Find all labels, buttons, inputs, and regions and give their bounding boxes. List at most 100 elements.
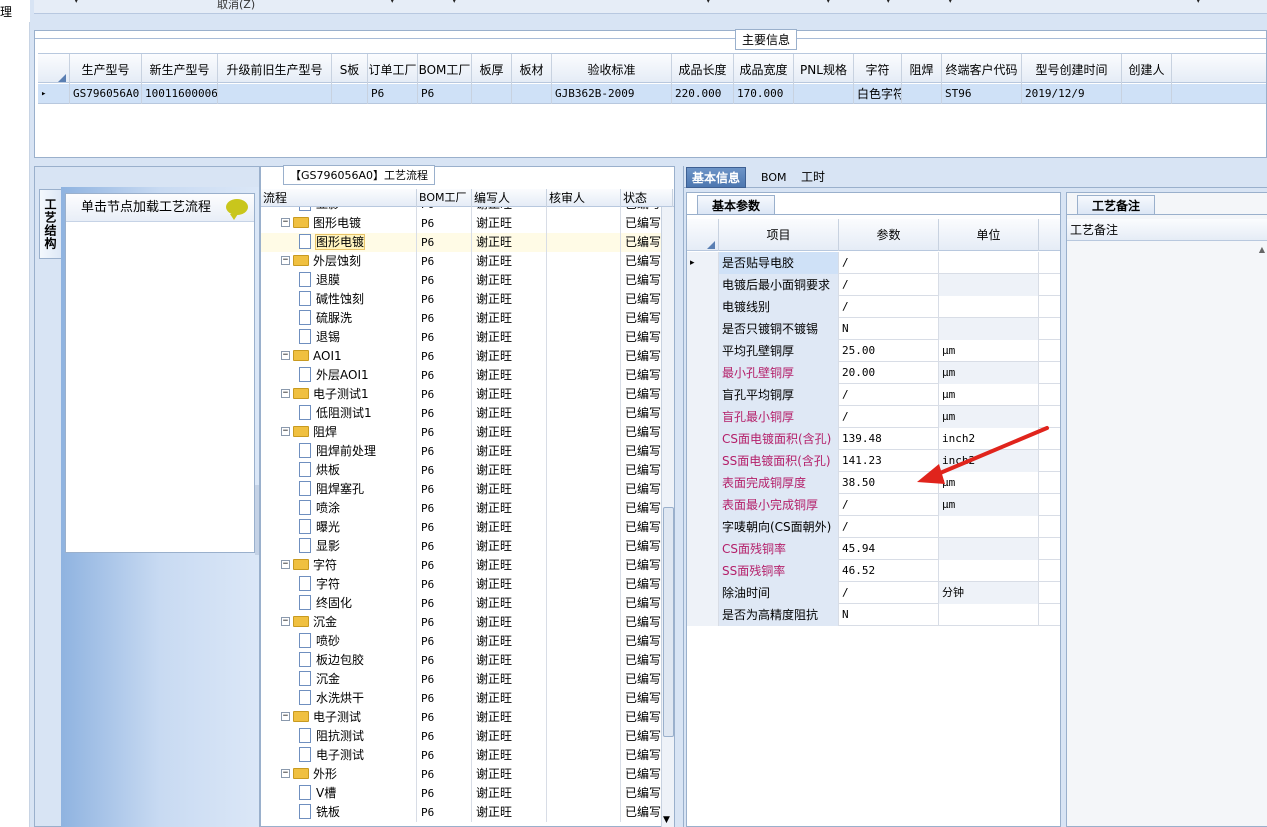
tree-cell-reviewer[interactable] (547, 556, 621, 575)
tree-cell-bom[interactable]: P6 (417, 499, 472, 518)
collapse-icon[interactable]: − (281, 712, 290, 721)
grid-cell[interactable]: GJB362B-2009 (552, 84, 672, 104)
tree-cell-writer[interactable]: 谢正旺 (472, 765, 547, 784)
tree-cell-bom[interactable]: P6 (417, 708, 472, 727)
tree-cell-name[interactable]: 曝光 (261, 518, 417, 537)
tree-row[interactable]: − 外层蚀刻 P6 谢正旺 已编写 (261, 252, 661, 271)
tree-cell-name[interactable]: 阻焊塞孔 (261, 480, 417, 499)
tree-cell-reviewer[interactable] (547, 632, 621, 651)
tree-cell-name[interactable]: 显影 (261, 207, 417, 214)
param-row[interactable]: 盲孔平均铜厚 / μm (687, 384, 1060, 406)
tree-cell-status[interactable]: 已编写 (621, 207, 661, 214)
tree-cell-reviewer[interactable] (547, 803, 621, 822)
param-value[interactable]: N (839, 604, 939, 626)
param-row[interactable]: 电镀后最小面铜要求 / (687, 274, 1060, 296)
param-row[interactable]: 是否为高精度阻抗 N (687, 604, 1060, 626)
tree-cell-bom[interactable]: P6 (417, 632, 472, 651)
grid-cell[interactable]: P6 (418, 84, 472, 104)
tree-cell-reviewer[interactable] (547, 613, 621, 632)
tree-row[interactable]: 碱性蚀刻 P6 谢正旺 已编写 (261, 290, 661, 309)
column-header[interactable]: 型号创建时间 (1022, 54, 1122, 84)
tree-cell-bom[interactable]: P6 (417, 575, 472, 594)
column-header[interactable]: 编写人 (472, 189, 547, 207)
tree-row[interactable]: − 图形电镀 P6 谢正旺 已编写 (261, 214, 661, 233)
param-row[interactable]: 是否只镀铜不镀锡 N (687, 318, 1060, 340)
left-splitter-handle[interactable] (255, 485, 259, 555)
tree-cell-writer[interactable]: 谢正旺 (472, 803, 547, 822)
tree-cell-reviewer[interactable] (547, 309, 621, 328)
row-selector[interactable] (687, 582, 719, 604)
tree-cell-status[interactable]: 已编写 (621, 480, 661, 499)
column-header[interactable]: BOM工厂 (418, 54, 472, 84)
tree-cell-bom[interactable]: P6 (417, 746, 472, 765)
tree-cell-bom[interactable]: P6 (417, 423, 472, 442)
row-selector[interactable] (687, 406, 719, 428)
tree-cell-writer[interactable]: 谢正旺 (472, 689, 547, 708)
column-header[interactable]: 订单工厂 (368, 54, 418, 84)
tree-cell-bom[interactable]: P6 (417, 537, 472, 556)
tree-row[interactable]: − 电子测试 P6 谢正旺 已编写 (261, 708, 661, 727)
tree-cell-reviewer[interactable] (547, 765, 621, 784)
tree-cell-name[interactable]: 显影 (261, 537, 417, 556)
column-header[interactable]: PNL规格 (794, 54, 854, 84)
horizontal-splitter[interactable] (34, 158, 1267, 164)
collapse-icon[interactable]: − (281, 560, 290, 569)
grid-cell[interactable] (794, 84, 854, 104)
tree-cell-writer[interactable]: 谢正旺 (472, 746, 547, 765)
tree-cell-reviewer[interactable] (547, 784, 621, 803)
tree-cell-reviewer[interactable] (547, 290, 621, 309)
tree-cell-status[interactable]: 已编写 (621, 309, 661, 328)
grid-cell[interactable]: 170.000 (734, 84, 794, 104)
tree-row[interactable]: − 外形 P6 谢正旺 已编写 (261, 765, 661, 784)
tree-cell-reviewer[interactable] (547, 271, 621, 290)
tree-cell-bom[interactable]: P6 (417, 727, 472, 746)
tree-cell-writer[interactable]: 谢正旺 (472, 651, 547, 670)
tree-cell-bom[interactable]: P6 (417, 233, 472, 252)
dropdown-arrow-icon[interactable]: ▾ (948, 0, 953, 6)
tab-process-structure[interactable]: 工艺结构 (39, 189, 61, 259)
param-value[interactable]: / (839, 296, 939, 318)
tree-cell-name[interactable]: − AOI1 (261, 347, 417, 366)
tree-cell-status[interactable]: 已编写 (621, 537, 661, 556)
tree-row[interactable]: 退膜 P6 谢正旺 已编写 (261, 271, 661, 290)
tree-cell-writer[interactable]: 谢正旺 (472, 537, 547, 556)
param-value[interactable]: / (839, 274, 939, 296)
column-header[interactable]: 成品长度 (672, 54, 734, 84)
column-header[interactable]: 成品宽度 (734, 54, 794, 84)
tab-basic-info[interactable]: 基本信息 (686, 167, 747, 188)
tree-cell-bom[interactable]: P6 (417, 784, 472, 803)
tree-row[interactable]: 外层AOI1 P6 谢正旺 已编写 (261, 366, 661, 385)
tree-cell-status[interactable]: 已编写 (621, 708, 661, 727)
tree-cell-status[interactable]: 已编写 (621, 746, 661, 765)
tree-row[interactable]: 板边包胶 P6 谢正旺 已编写 (261, 651, 661, 670)
tree-cell-name[interactable]: 硫脲洗 (261, 309, 417, 328)
tree-cell-reviewer[interactable] (547, 233, 621, 252)
tree-cell-writer[interactable]: 谢正旺 (472, 404, 547, 423)
tree-cell-writer[interactable]: 谢正旺 (472, 290, 547, 309)
tree-row[interactable]: 终固化 P6 谢正旺 已编写 (261, 594, 661, 613)
tree-cell-status[interactable]: 已编写 (621, 214, 661, 233)
tree-cell-name[interactable]: 喷涂 (261, 499, 417, 518)
grid-cell[interactable] (472, 84, 512, 104)
tree-cell-reviewer[interactable] (547, 347, 621, 366)
tree-cell-status[interactable]: 已编写 (621, 328, 661, 347)
tree-cell-status[interactable]: 已编写 (621, 765, 661, 784)
tree-cell-bom[interactable]: P6 (417, 347, 472, 366)
tree-cell-reviewer[interactable] (547, 404, 621, 423)
tab-basic-params[interactable]: 基本参数 (697, 195, 776, 215)
tree-cell-reviewer[interactable] (547, 366, 621, 385)
tree-cell-name[interactable]: 喷砂 (261, 632, 417, 651)
tree-cell-writer[interactable]: 谢正旺 (472, 423, 547, 442)
tree-cell-writer[interactable]: 谢正旺 (472, 347, 547, 366)
tree-cell-status[interactable]: 已编写 (621, 784, 661, 803)
tree-cell-name[interactable]: 电子测试 (261, 746, 417, 765)
tab-process-remark[interactable]: 工艺备注 (1077, 195, 1156, 215)
grid-cell[interactable]: GS796056A0 (70, 84, 142, 104)
tree-cell-name[interactable]: 水洗烘干 (261, 689, 417, 708)
tree-cell-status[interactable]: 已编写 (621, 803, 661, 822)
left-nav-selected-item[interactable]: 理 (0, 0, 30, 22)
param-value[interactable]: / (839, 516, 939, 538)
tree-cell-name[interactable]: − 字符 (261, 556, 417, 575)
tree-cell-name[interactable]: − 电子测试1 (261, 385, 417, 404)
tree-cell-reviewer[interactable] (547, 252, 621, 271)
